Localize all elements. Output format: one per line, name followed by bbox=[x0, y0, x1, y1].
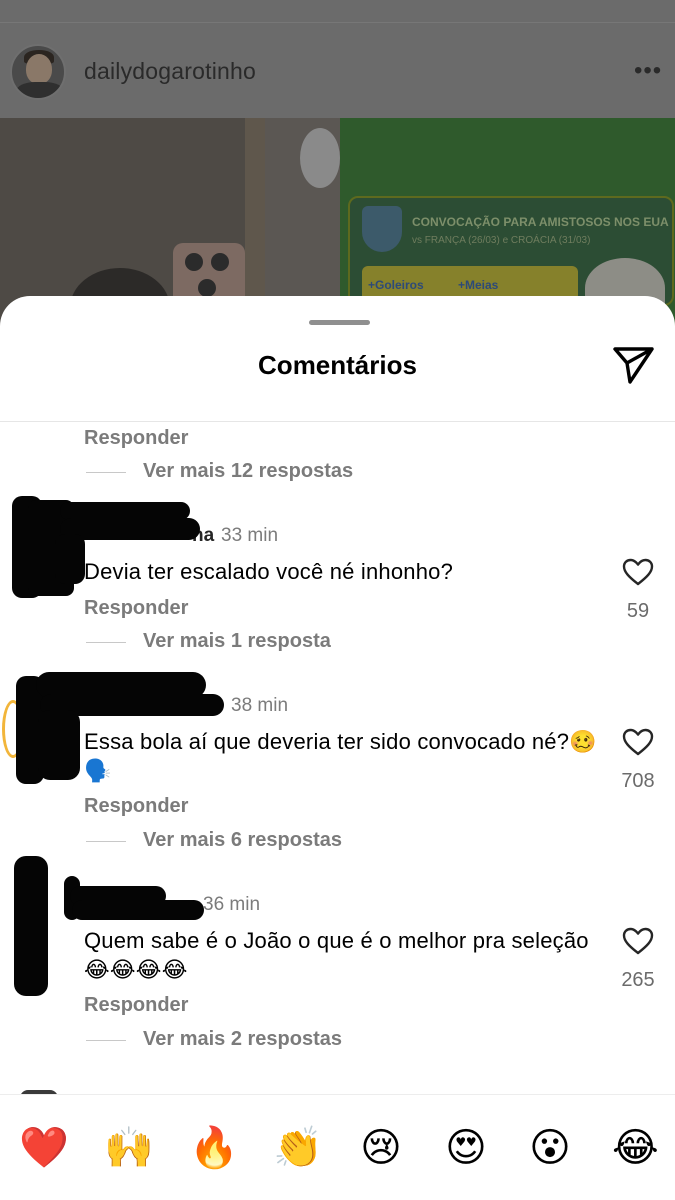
photo-lamp bbox=[300, 128, 340, 188]
post-header: dailydogarotinho ••• bbox=[0, 0, 675, 118]
sheet-header-divider bbox=[0, 421, 675, 422]
replies-connector-line bbox=[86, 642, 126, 643]
crying-face-emoji-icon[interactable]: 😢 bbox=[358, 1125, 404, 1171]
sheet-title: Comentários bbox=[258, 350, 417, 380]
like-count: 708 bbox=[621, 770, 655, 792]
comment-timestamp: 33 min bbox=[221, 525, 279, 546]
comment-timestamp: 38 min bbox=[231, 695, 289, 716]
red-heart-emoji-icon[interactable]: ❤️ bbox=[19, 1125, 69, 1171]
graphic-position-label: +Goleiros bbox=[368, 278, 424, 292]
reply-button[interactable]: Responder bbox=[84, 994, 188, 1017]
divider bbox=[0, 22, 675, 23]
surprised-face-emoji-icon[interactable]: 😮 bbox=[527, 1125, 573, 1171]
tears-of-joy-emoji-icon[interactable]: 😂 bbox=[612, 1125, 659, 1171]
graphic-card-title: CONVOCAÇÃO PARA AMISTOSOS NOS EUA bbox=[412, 215, 669, 229]
view-more-replies-label: Ver mais 6 respostas bbox=[143, 829, 343, 851]
reaction-bar: ❤️ 🙌 🔥 👏 😢 😍 😮 😂 bbox=[0, 1094, 675, 1200]
comment-timestamp: 36 min bbox=[203, 894, 261, 915]
post-author-avatar[interactable] bbox=[10, 44, 66, 100]
graphic-card-subtitle: vs FRANÇA (26/03) e CROÁCIA (31/03) bbox=[412, 235, 591, 246]
comment-text: Devia ter escalado você né inhonho? bbox=[84, 559, 454, 584]
fire-emoji-icon[interactable]: 🔥 bbox=[189, 1125, 239, 1171]
comment-text: Quem sabe é o João o que é o melhor pra … bbox=[84, 928, 589, 982]
graphic-position-label: +Meias bbox=[458, 278, 499, 292]
sheet-grabber-handle[interactable] bbox=[309, 320, 370, 325]
comment-text: Essa bola aí que deveria ter sido convoc… bbox=[84, 729, 597, 783]
heart-eyes-emoji-icon[interactable]: 😍 bbox=[443, 1125, 489, 1171]
heart-outline-icon[interactable] bbox=[621, 926, 655, 956]
avatar-suit bbox=[16, 82, 64, 98]
avatar-face bbox=[26, 54, 52, 84]
heart-outline-icon[interactable] bbox=[621, 557, 655, 587]
clapping-hands-emoji-icon[interactable]: 👏 bbox=[273, 1125, 323, 1171]
replies-connector-line bbox=[86, 472, 126, 473]
heart-outline-icon[interactable] bbox=[621, 727, 655, 757]
raising-hands-emoji-icon[interactable]: 🙌 bbox=[104, 1125, 154, 1171]
view-more-replies-label: Ver mais 2 respostas bbox=[143, 1028, 343, 1050]
reply-button[interactable]: Responder bbox=[84, 795, 188, 818]
redaction-scribble bbox=[55, 534, 85, 584]
cbf-crest-icon bbox=[362, 206, 402, 252]
reply-button[interactable]: Responder bbox=[84, 597, 188, 620]
like-count: 265 bbox=[621, 969, 655, 991]
redaction-scribble bbox=[72, 900, 204, 920]
replies-connector-line bbox=[86, 841, 126, 842]
post-author-username[interactable]: dailydogarotinho bbox=[84, 58, 256, 85]
paper-plane-icon[interactable] bbox=[610, 344, 656, 386]
view-more-replies-label: Ver mais 12 respostas bbox=[143, 460, 354, 482]
comments-sheet: Comentários Responder Ver mais 12 respos… bbox=[0, 296, 675, 1200]
replies-connector-line bbox=[86, 1040, 126, 1041]
reply-button[interactable]: Responder bbox=[84, 427, 188, 450]
view-more-replies-label: Ver mais 1 resposta bbox=[143, 630, 331, 652]
redaction-scribble bbox=[38, 710, 80, 780]
redaction-scribble bbox=[14, 856, 48, 996]
more-options-icon[interactable]: ••• bbox=[634, 57, 662, 85]
like-count: 59 bbox=[626, 600, 650, 622]
